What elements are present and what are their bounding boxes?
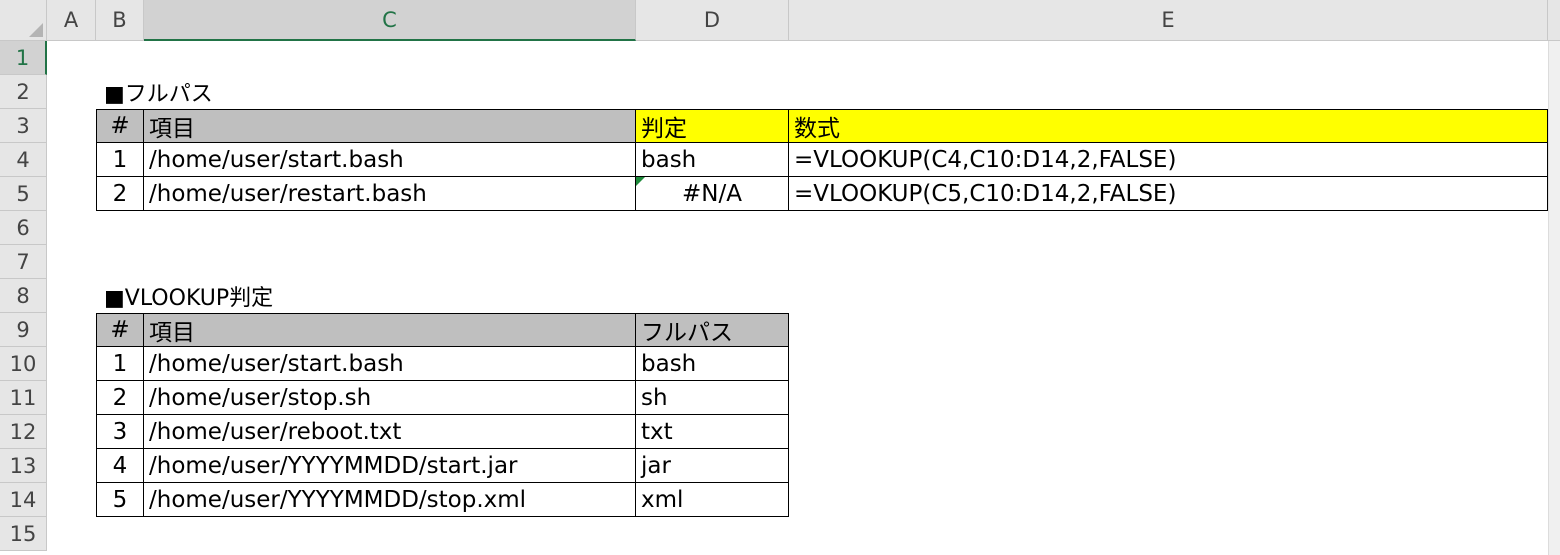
section2-row1-num[interactable]: 1 [96,347,144,381]
section2-row2-item[interactable]: /home/user/stop.sh [144,381,636,415]
section1-header-num[interactable]: # [96,109,144,143]
row-header-7[interactable]: 7 [0,245,47,279]
row-header-13[interactable]: 13 [0,449,47,483]
section2-row5-num[interactable]: 5 [96,483,144,517]
column-header-c[interactable]: C [144,0,636,41]
error-indicator-icon [636,177,645,186]
row-header-12[interactable]: 12 [0,415,47,449]
section1-row1-num[interactable]: 1 [96,143,144,177]
row-header-10[interactable]: 10 [0,347,47,381]
section1-row2-num[interactable]: 2 [96,177,144,211]
row-header-5[interactable]: 5 [0,177,47,211]
section1-header-result[interactable]: 判定 [636,109,789,143]
section1-header-formula[interactable]: 数式 [789,109,1548,143]
section2-row1-ext[interactable]: bash [636,347,789,381]
section2-row4-ext[interactable]: jar [636,449,789,483]
column-header-b[interactable]: B [96,0,144,41]
section2-row4-num[interactable]: 4 [96,449,144,483]
section1-row2-formula[interactable]: =VLOOKUP(C5,C10:D14,2,FALSE) [789,177,1548,211]
section2-row5-item[interactable]: /home/user/YYYYMMDD/stop.xml [144,483,636,517]
section2-row2-ext[interactable]: sh [636,381,789,415]
column-header-a[interactable]: A [47,0,96,41]
section2-row3-num[interactable]: 3 [96,415,144,449]
column-header-d[interactable]: D [636,0,789,41]
section1-row1-formula[interactable]: =VLOOKUP(C4,C10:D14,2,FALSE) [789,143,1548,177]
section1-row1-result[interactable]: bash [636,143,789,177]
section1-header-item[interactable]: 項目 [144,109,636,143]
row-header-11[interactable]: 11 [0,381,47,415]
section1-row2-result-error[interactable]: #N/A [636,177,789,211]
section2-row1-item[interactable]: /home/user/start.bash [144,347,636,381]
row-header-8[interactable]: 8 [0,279,47,313]
section2-header-item[interactable]: 項目 [144,313,636,347]
row-header-14[interactable]: 14 [0,483,47,517]
column-header-e[interactable]: E [789,0,1548,41]
section1-row2-item[interactable]: /home/user/restart.bash [144,177,636,211]
row-header-9[interactable]: 9 [0,313,47,347]
row-header-6[interactable]: 6 [0,211,47,245]
section2-row4-item[interactable]: /home/user/YYYYMMDD/start.jar [144,449,636,483]
section2-title[interactable]: ■VLOOKUP判定 [104,279,273,313]
row-header-15[interactable]: 15 [0,517,47,551]
section2-row2-num[interactable]: 2 [96,381,144,415]
row-header-3[interactable]: 3 [0,109,47,143]
section2-header-ext[interactable]: フルパス [636,313,789,347]
section2-row5-ext[interactable]: xml [636,483,789,517]
section2-header-num[interactable]: # [96,313,144,347]
select-all-icon [29,23,43,37]
row-header-1[interactable]: 1 [0,41,47,75]
column-header-filler [1548,0,1560,41]
section1-title[interactable]: ■フルパス [104,75,213,109]
section2-row3-ext[interactable]: txt [636,415,789,449]
vertical-scrollbar[interactable] [1548,41,1560,555]
section2-row3-item[interactable]: /home/user/reboot.txt [144,415,636,449]
error-value: #N/A [682,180,742,207]
section1-row1-item[interactable]: /home/user/start.bash [144,143,636,177]
row-header-4[interactable]: 4 [0,143,47,177]
row-header-2[interactable]: 2 [0,75,47,109]
select-all-corner[interactable] [0,0,47,41]
